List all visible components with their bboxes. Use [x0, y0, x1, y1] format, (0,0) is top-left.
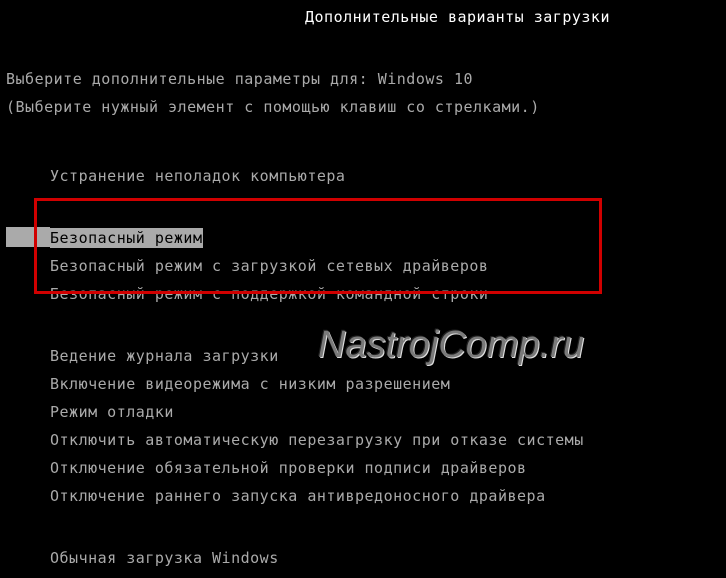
- boot-options-list[interactable]: Устранение неполадок компьютера Безопасн…: [6, 162, 584, 572]
- os-name: Windows 10: [378, 70, 473, 88]
- option-disable-auto-restart[interactable]: Отключить автоматическую перезагрузку пр…: [6, 426, 584, 454]
- option-start-windows-normally[interactable]: Обычная загрузка Windows: [6, 544, 584, 572]
- boot-options-screen: Дополнительные варианты загрузки Выберит…: [0, 0, 726, 578]
- option-safe-mode-networking[interactable]: Безопасный режим с загрузкой сетевых дра…: [6, 252, 584, 280]
- hint-line: (Выберите нужный элемент с помощью клави…: [6, 100, 540, 115]
- prompt-line: Выберите дополнительные параметры для: W…: [6, 72, 473, 87]
- option-boot-logging[interactable]: Ведение журнала загрузки: [6, 342, 584, 370]
- page-title: Дополнительные варианты загрузки: [0, 10, 726, 25]
- option-debug-mode[interactable]: Режим отладки: [6, 398, 584, 426]
- option-low-res-video[interactable]: Включение видеорежима с низким разрешени…: [6, 370, 584, 398]
- option-repair-computer[interactable]: Устранение неполадок компьютера: [6, 162, 584, 190]
- option-disable-early-antimalware[interactable]: Отключение раннего запуска антивредоносн…: [6, 482, 584, 510]
- option-safe-mode-command-prompt[interactable]: Безопасный режим с поддержкой командной …: [6, 280, 584, 308]
- option-safe-mode[interactable]: Безопасный режим: [6, 224, 584, 252]
- option-disable-driver-sig[interactable]: Отключение обязательной проверки подписи…: [6, 454, 584, 482]
